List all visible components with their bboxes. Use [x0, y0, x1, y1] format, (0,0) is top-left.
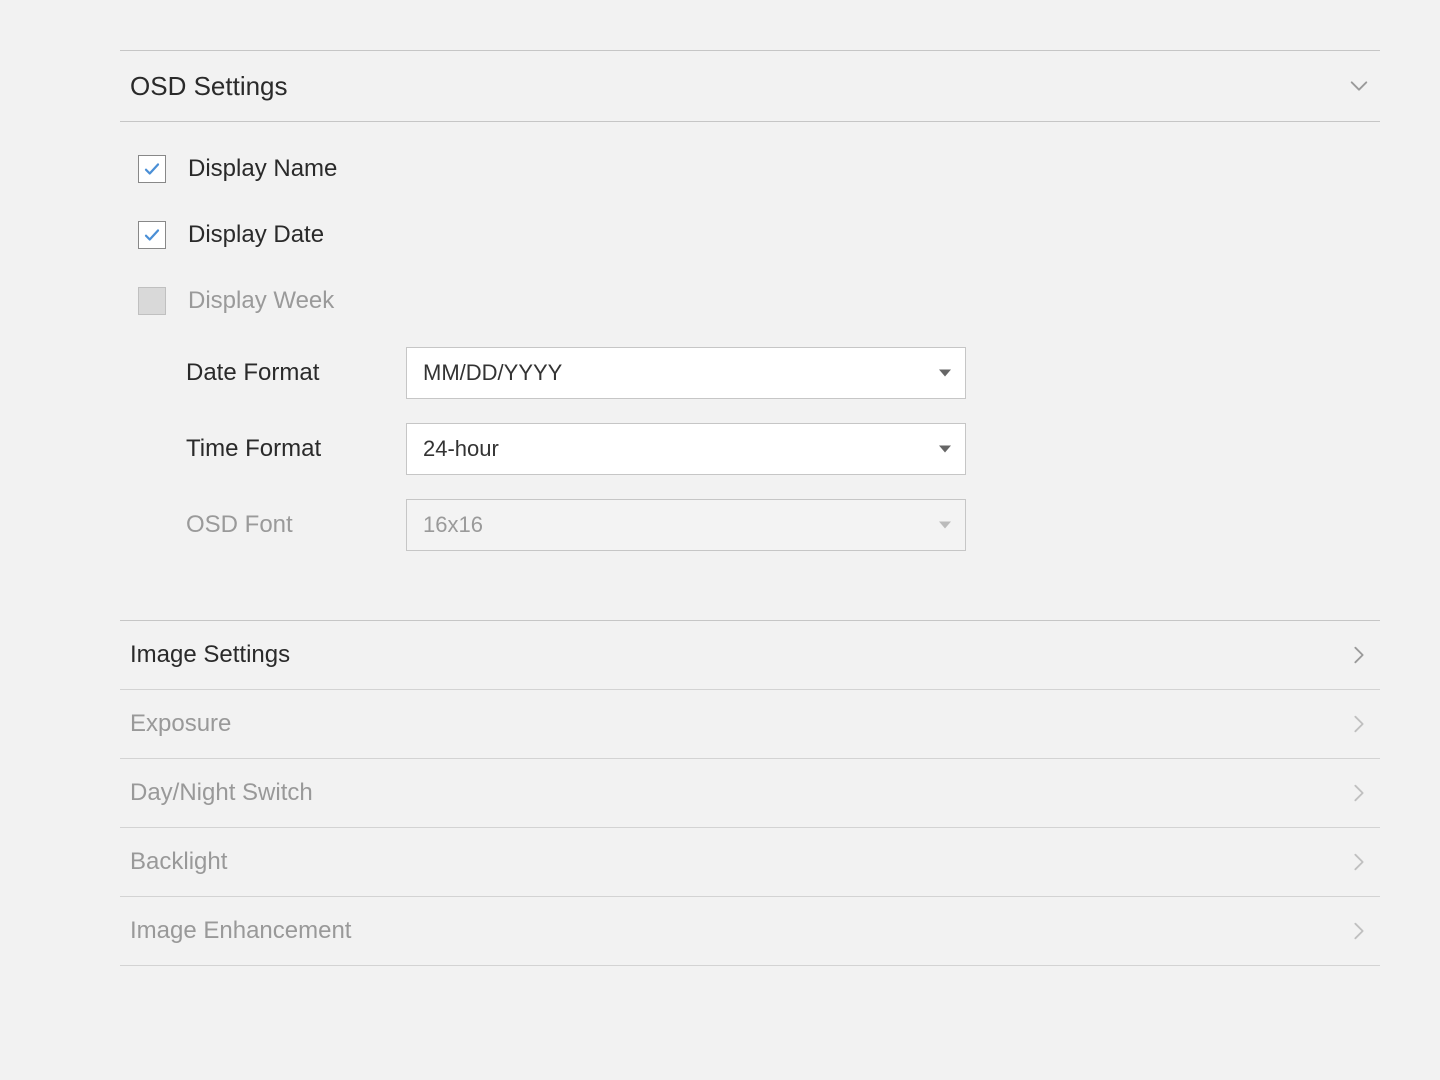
osd-settings-header[interactable]: OSD Settings [120, 50, 1380, 122]
display-name-checkbox[interactable] [138, 155, 166, 183]
display-week-label: Display Week [188, 287, 334, 315]
image-enhancement-label: Image Enhancement [130, 917, 351, 945]
chevron-right-icon [1348, 644, 1370, 666]
display-date-checkbox[interactable] [138, 221, 166, 249]
osd-settings-title: OSD Settings [130, 71, 288, 102]
osd-settings-body: Display Name Display Date Display Week D… [120, 122, 1380, 620]
image-enhancement-row[interactable]: Image Enhancement [120, 897, 1380, 966]
backlight-label: Backlight [130, 848, 227, 876]
caret-down-icon [939, 446, 951, 453]
backlight-row[interactable]: Backlight [120, 828, 1380, 897]
chevron-right-icon [1348, 713, 1370, 735]
exposure-label: Exposure [130, 710, 231, 738]
osd-font-label: OSD Font [186, 511, 406, 539]
display-name-label: Display Name [188, 155, 337, 183]
date-format-select[interactable]: MM/DD/YYYY [406, 347, 966, 399]
chevron-right-icon [1348, 920, 1370, 942]
date-format-label: Date Format [186, 359, 406, 387]
time-format-select[interactable]: 24-hour [406, 423, 966, 475]
day-night-switch-row[interactable]: Day/Night Switch [120, 759, 1380, 828]
time-format-label: Time Format [186, 435, 406, 463]
exposure-row[interactable]: Exposure [120, 690, 1380, 759]
osd-font-value: 16x16 [423, 512, 483, 538]
image-settings-row[interactable]: Image Settings [120, 620, 1380, 690]
day-night-switch-label: Day/Night Switch [130, 779, 313, 807]
check-icon [143, 160, 161, 178]
image-settings-label: Image Settings [130, 641, 290, 669]
time-format-value: 24-hour [423, 436, 499, 462]
chevron-down-icon [1348, 75, 1370, 97]
chevron-right-icon [1348, 782, 1370, 804]
caret-down-icon [939, 522, 951, 529]
date-format-value: MM/DD/YYYY [423, 360, 562, 386]
caret-down-icon [939, 370, 951, 377]
osd-font-select: 16x16 [406, 499, 966, 551]
chevron-right-icon [1348, 851, 1370, 873]
check-icon [143, 226, 161, 244]
display-week-checkbox [138, 287, 166, 315]
display-date-label: Display Date [188, 221, 324, 249]
